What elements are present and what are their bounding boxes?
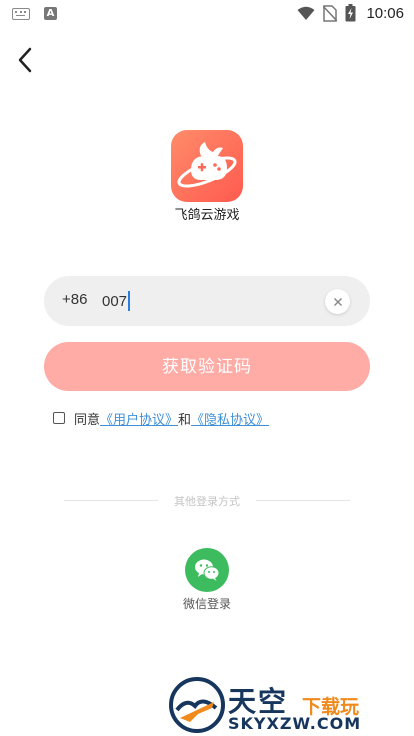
- wifi-icon: [297, 6, 315, 20]
- back-button[interactable]: [14, 46, 38, 74]
- agreement-checkbox[interactable]: [53, 412, 65, 424]
- divider-text: 其他登录方式: [174, 495, 240, 508]
- text-caret: [128, 291, 130, 311]
- privacy-agreement-link[interactable]: 《隐私协议》: [191, 409, 269, 428]
- country-code[interactable]: +86: [62, 291, 87, 308]
- get-code-button[interactable]: 获取验证码: [44, 342, 370, 391]
- phone-input[interactable]: [102, 287, 322, 315]
- wechat-login-label: 微信登录: [182, 597, 231, 611]
- agreement-row: 同意 《用户协议》 和 《隐私协议》: [53, 409, 269, 428]
- status-time: 10:06: [366, 4, 404, 22]
- agreement-prefix: 同意: [74, 412, 101, 428]
- keyboard-icon: [12, 7, 30, 20]
- divider-line-right: [256, 500, 350, 501]
- battery-charging-icon: [345, 4, 356, 22]
- agreement-joiner: 和: [178, 412, 192, 428]
- pigeon-gamepad-logo: [177, 142, 237, 188]
- clear-button[interactable]: [325, 289, 350, 314]
- chevron-left-icon: [18, 47, 32, 73]
- user-agreement-link[interactable]: 《用户协议》: [100, 409, 178, 428]
- close-icon: [333, 297, 342, 306]
- wechat-icon: [195, 559, 220, 581]
- status-bar: A 10:06: [0, 0, 414, 28]
- wechat-login-button[interactable]: [185, 548, 229, 592]
- watermark-url: SKYXZW.COM: [228, 714, 362, 733]
- watermark-logo: [169, 677, 225, 733]
- no-sim-icon: [323, 4, 338, 22]
- other-login-divider: 其他登录方式: [64, 493, 350, 508]
- status-left: A: [12, 7, 57, 20]
- a-icon: A: [44, 7, 57, 20]
- phone-field[interactable]: +86: [44, 276, 370, 326]
- watermark: 天空 下载玩 SKYXZW.COM: [168, 676, 408, 734]
- app-name: 飞鸽云游戏: [174, 208, 240, 223]
- app-logo: [171, 130, 243, 202]
- status-right: 10:06: [297, 4, 404, 22]
